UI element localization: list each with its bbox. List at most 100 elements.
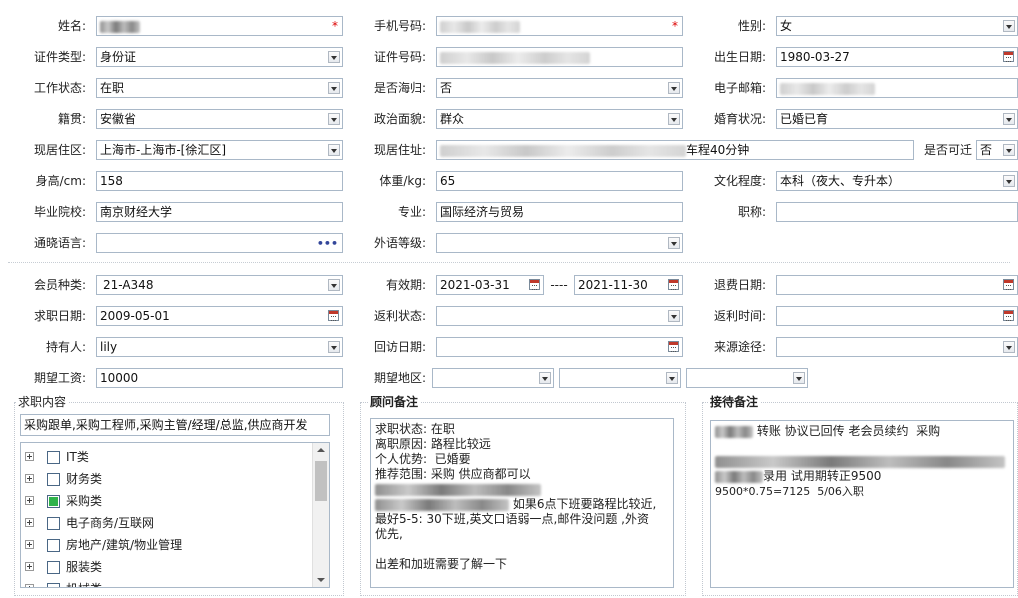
- chevron-down-icon[interactable]: [328, 144, 340, 156]
- expand-icon[interactable]: [25, 584, 34, 587]
- education-select[interactable]: 本科（夜大、专升本）: [776, 171, 1018, 191]
- expand-icon[interactable]: [25, 562, 34, 571]
- checkbox[interactable]: [47, 495, 60, 508]
- salary-field[interactable]: 10000: [96, 368, 343, 388]
- more-icon[interactable]: •••: [317, 235, 338, 252]
- weight-field[interactable]: 65: [436, 171, 683, 191]
- job-content-summary[interactable]: 采购跟单,采购工程师,采购主管/经理/总监,供应商开发: [20, 414, 330, 436]
- id-type-select[interactable]: 身份证: [96, 47, 343, 67]
- calendar-icon[interactable]: [328, 310, 339, 321]
- expand-icon[interactable]: [25, 540, 34, 549]
- scroll-thumb[interactable]: [315, 461, 327, 501]
- chevron-down-icon[interactable]: [539, 372, 551, 384]
- language-field[interactable]: •••: [96, 233, 343, 253]
- expand-icon[interactable]: [25, 496, 34, 505]
- name-field[interactable]: *: [96, 16, 343, 36]
- returnee-select[interactable]: 否: [436, 78, 683, 98]
- calendar-icon[interactable]: [529, 279, 540, 290]
- expand-icon[interactable]: [25, 474, 34, 483]
- checkbox[interactable]: [47, 473, 60, 486]
- chevron-down-icon[interactable]: [668, 310, 680, 322]
- region-select-3[interactable]: [686, 368, 808, 388]
- refund-date-field[interactable]: [776, 275, 1018, 295]
- valid-from-field[interactable]: 2021-03-31: [436, 275, 544, 295]
- chevron-down-icon[interactable]: [793, 372, 805, 384]
- phone-field[interactable]: *: [436, 16, 683, 36]
- checkbox[interactable]: [47, 451, 60, 464]
- major-field[interactable]: 国际经济与贸易: [436, 202, 683, 222]
- chevron-down-icon[interactable]: [1003, 175, 1015, 187]
- valid-separator: ----: [550, 278, 568, 292]
- scroll-down-icon[interactable]: [313, 573, 329, 587]
- district-label: 现居住区:: [33, 143, 86, 157]
- chevron-down-icon[interactable]: [1003, 341, 1015, 353]
- marital-select[interactable]: 已婚已育: [776, 109, 1018, 129]
- native-place-label: 籍贯:: [57, 112, 86, 126]
- reception-notes-title: 接待备注: [708, 394, 761, 410]
- checkbox[interactable]: [47, 583, 60, 587]
- work-status-select[interactable]: 在职: [96, 78, 343, 98]
- political-select[interactable]: 群众: [436, 109, 683, 129]
- rebate-status-select[interactable]: [436, 306, 683, 326]
- address-label: 现居住址:: [373, 143, 426, 157]
- birth-date-field[interactable]: 1980-03-27: [776, 47, 1018, 67]
- source-select[interactable]: [776, 337, 1018, 357]
- chevron-down-icon[interactable]: [668, 82, 680, 94]
- political-label: 政治面貌:: [373, 112, 426, 126]
- chevron-down-icon[interactable]: [328, 341, 340, 353]
- calendar-icon[interactable]: [1003, 279, 1014, 290]
- chevron-down-icon[interactable]: [328, 279, 340, 291]
- email-field[interactable]: [776, 78, 1018, 98]
- visit-date-field[interactable]: [436, 337, 683, 357]
- member-type-label: 会员种类:: [33, 278, 86, 292]
- valid-to-field[interactable]: 2021-11-30: [574, 275, 683, 295]
- chevron-down-icon[interactable]: [1003, 20, 1015, 32]
- checkbox[interactable]: [47, 517, 60, 530]
- native-place-select[interactable]: 安徽省: [96, 109, 343, 129]
- region-select-1[interactable]: [432, 368, 554, 388]
- chevron-down-icon[interactable]: [328, 51, 340, 63]
- holder-label: 持有人:: [45, 340, 86, 354]
- chevron-down-icon[interactable]: [668, 237, 680, 249]
- region-select-2[interactable]: [559, 368, 681, 388]
- foreign-level-select[interactable]: [436, 233, 683, 253]
- chevron-down-icon[interactable]: [1003, 144, 1015, 156]
- birth-date-label: 出生日期:: [713, 50, 766, 64]
- tree-item-label: 财务类: [66, 472, 103, 486]
- rebate-time-field[interactable]: [776, 306, 1018, 326]
- expand-icon[interactable]: [25, 518, 34, 527]
- scroll-up-icon[interactable]: [313, 443, 329, 457]
- expand-icon[interactable]: [25, 452, 34, 461]
- scrollbar[interactable]: [312, 443, 329, 587]
- chevron-down-icon[interactable]: [1003, 113, 1015, 125]
- advisor-notes-title: 顾问备注: [368, 394, 421, 410]
- checkbox[interactable]: [47, 561, 60, 574]
- advisor-notes-text[interactable]: 求职状态: 在职 离职原因: 路程比较远 个人优势: 已婚要 推荐范围: 采购 供应商…: [370, 418, 674, 588]
- tree-item-label: 采购类: [66, 494, 103, 508]
- gender-select[interactable]: 女: [776, 16, 1018, 36]
- chevron-down-icon[interactable]: [666, 372, 678, 384]
- district-select[interactable]: 上海市-上海市-[徐汇区]: [96, 140, 343, 160]
- required-mark: *: [332, 19, 338, 33]
- reception-notes-text[interactable]: 转账 协议已回传 老会员续约 采购 录用 试用期转正9500 9500*0.75=…: [710, 420, 1014, 588]
- job-category-tree[interactable]: IT类财务类采购类电子商务/互联网房地产/建筑/物业管理服装类机械类: [20, 442, 330, 588]
- chevron-down-icon[interactable]: [328, 113, 340, 125]
- calendar-icon[interactable]: [1003, 310, 1014, 321]
- job-date-field[interactable]: 2009-05-01: [96, 306, 343, 326]
- chevron-down-icon[interactable]: [668, 113, 680, 125]
- school-field[interactable]: 南京财经大学: [96, 202, 343, 222]
- id-number-field[interactable]: [436, 47, 683, 67]
- address-field[interactable]: 车程40分钟: [436, 140, 914, 160]
- title-field[interactable]: [776, 202, 1018, 222]
- member-type-select[interactable]: 21-A348: [96, 275, 343, 295]
- calendar-icon[interactable]: [1003, 51, 1014, 62]
- height-field[interactable]: 158: [96, 171, 343, 191]
- checkbox[interactable]: [47, 539, 60, 552]
- calendar-icon[interactable]: [668, 279, 679, 290]
- height-label: 身高/cm:: [35, 174, 86, 188]
- relocate-select[interactable]: 否: [976, 140, 1018, 160]
- holder-select[interactable]: lily: [96, 337, 343, 357]
- refund-date-label: 退费日期:: [713, 278, 766, 292]
- chevron-down-icon[interactable]: [328, 82, 340, 94]
- calendar-icon[interactable]: [668, 341, 679, 352]
